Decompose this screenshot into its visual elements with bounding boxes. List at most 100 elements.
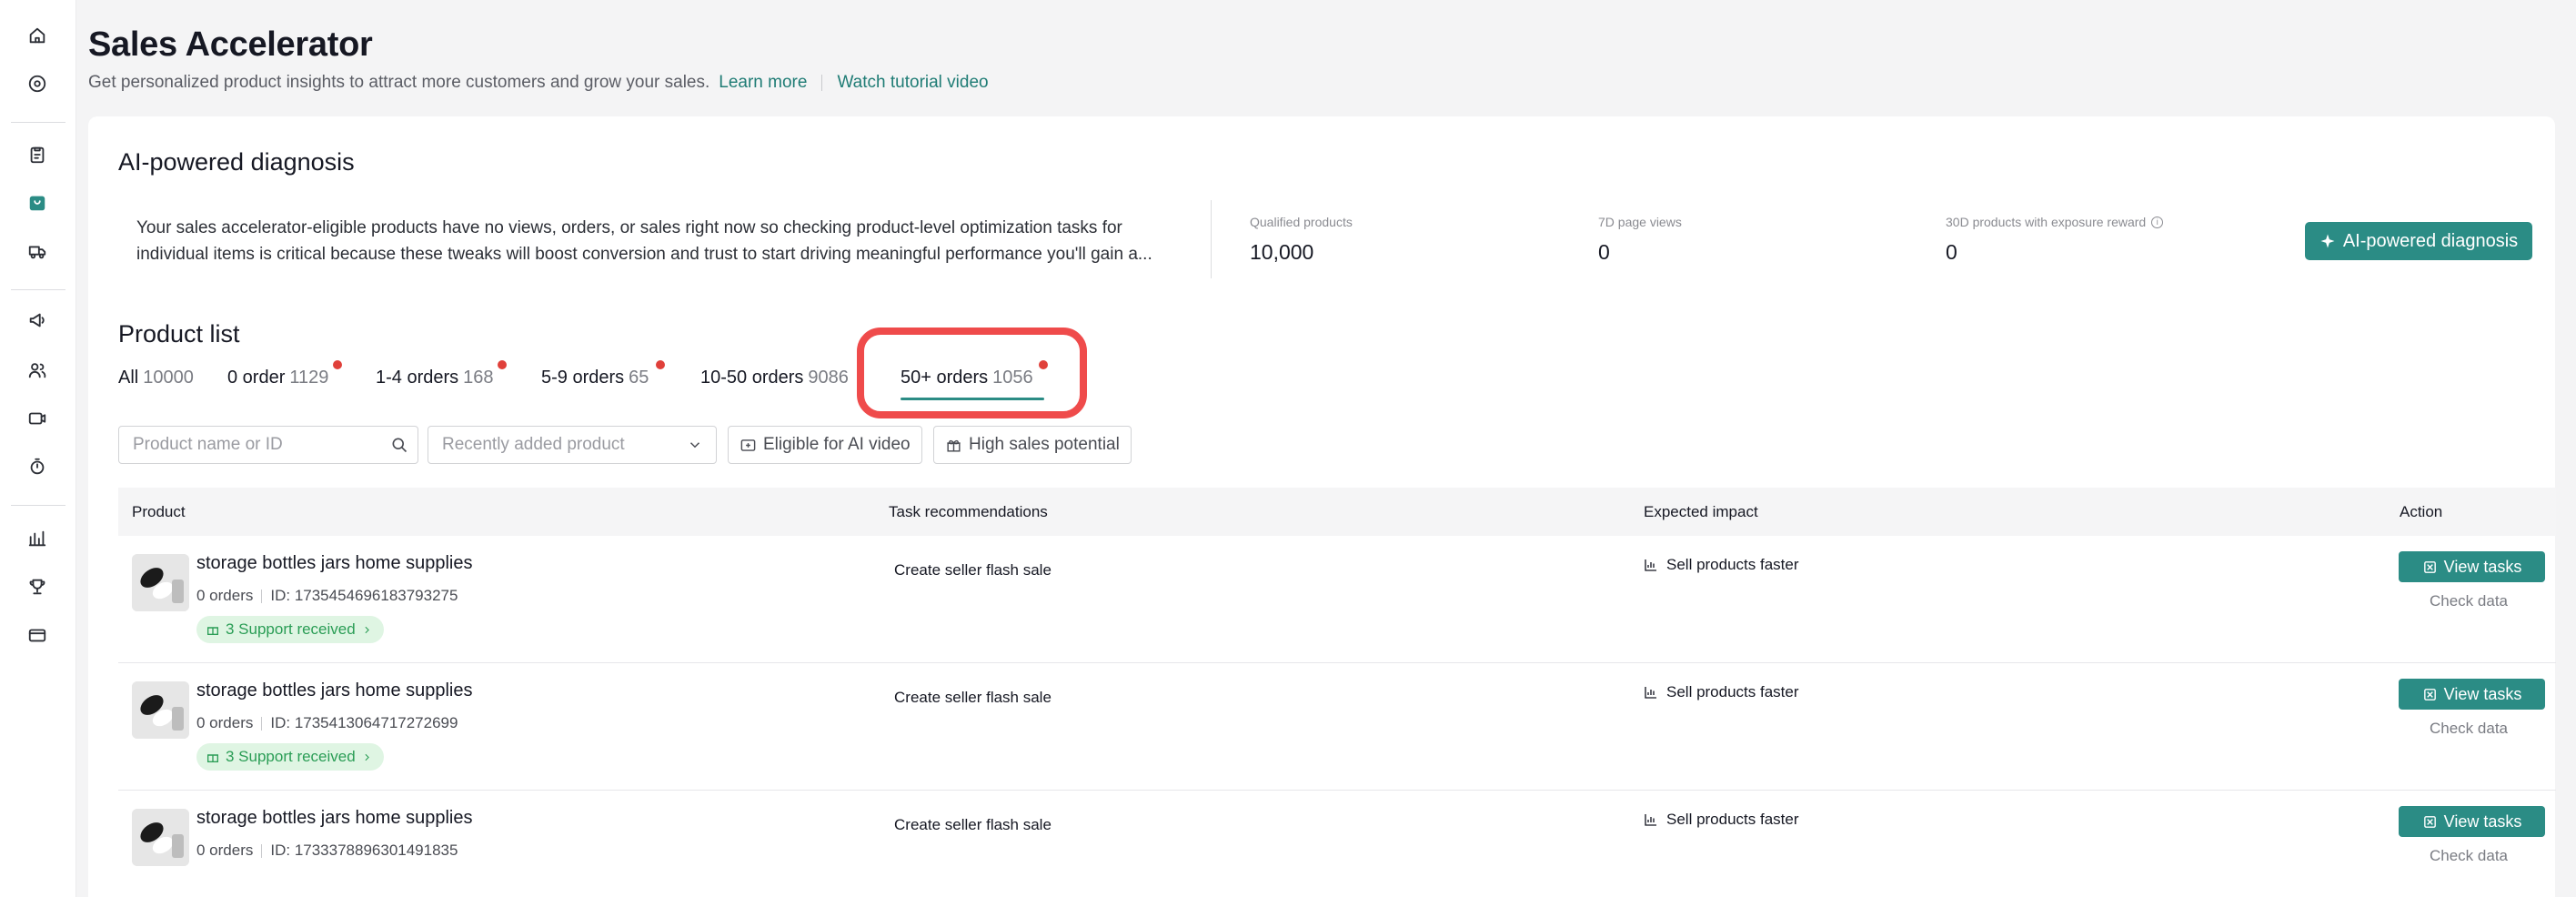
gift-icon [947,439,961,452]
table-header: Product Task recommendations Expected im… [118,488,2556,536]
metric-label: 7D page views [1598,215,1682,229]
ai-diagnosis-button[interactable]: AI-powered diagnosis [2305,222,2532,260]
view-tasks-button[interactable]: View tasks [2399,551,2545,582]
sidebar-divider [11,505,65,506]
view-tasks-button[interactable]: View tasks [2399,806,2545,837]
tab-label: 10-50 orders [700,368,804,388]
tab-label: All [118,368,139,388]
tab-all[interactable]: All 10000 [118,368,194,388]
main-card: AI-powered diagnosis Your sales accelera… [88,116,2556,897]
support-received-badge[interactable]: 3 Support received [196,743,384,771]
product-orders: 0 orders [196,714,254,731]
meta-separator [261,716,263,731]
support-received-badge[interactable]: 3 Support received [196,616,384,643]
highlight-box [857,328,1087,418]
product-id: ID: 1735413064717272699 [270,714,458,731]
tab-1-4-orders[interactable]: 1-4 orders 168 [376,360,507,388]
sort-dropdown-value: Recently added product [442,435,625,454]
product-list-title: Product list [118,320,240,348]
gift-icon [207,754,218,762]
table-row: storage bottles jars home supplies 0 ord… [118,663,2556,791]
tab-label: 0 order [227,368,286,388]
product-thumbnail[interactable] [132,809,189,866]
tasks-icon [2423,688,2436,700]
tasks-icon [2423,815,2436,828]
notification-dot [656,360,665,369]
product-thumbnail[interactable] [132,681,189,739]
truck-icon[interactable] [24,237,51,265]
search-icon[interactable] [390,436,408,454]
filter-label: Eligible for AI video [763,435,911,454]
expected-impact: Sell products faster [1643,683,1799,701]
sparkle-icon [2320,234,2335,248]
product-search-input[interactable] [118,426,418,464]
metric-page-views: 7D page views 0 [1598,215,1682,265]
view-tasks-button[interactable]: View tasks [2399,679,2545,710]
support-label: 3 Support received [226,748,356,765]
tab-count: 10000 [143,368,194,388]
timer-icon[interactable] [24,453,51,480]
meta-separator [261,589,263,603]
sidebar [0,0,76,897]
home-icon[interactable] [24,22,51,49]
product-id: ID: 1735454696183793275 [270,587,458,604]
users-icon[interactable] [24,357,51,384]
tutorial-video-link[interactable]: Watch tutorial video [837,73,988,93]
tab-count: 168 [463,368,494,388]
metric-exposure-reward: 30D products with exposure reward i 0 [1946,215,2164,265]
filter-ai-video[interactable]: Eligible for AI video [728,426,922,464]
tab-5-9-orders[interactable]: 5-9 orders 65 [541,360,665,388]
chevron-down-icon [687,437,703,453]
megaphone-icon[interactable] [24,307,51,334]
check-data-link[interactable]: Check data [2430,720,2508,738]
clipboard-icon[interactable] [24,141,51,168]
support-label: 3 Support received [226,620,356,638]
filter-high-sales[interactable]: High sales potential [933,426,1132,464]
diagnosis-divider [1211,200,1212,278]
trophy-icon[interactable] [24,573,51,600]
analytics-icon[interactable] [24,525,51,552]
wallet-icon[interactable] [24,621,51,649]
product-name[interactable]: storage bottles jars home supplies [196,680,473,701]
product-thumbnail[interactable] [132,554,189,611]
page-title: Sales Accelerator [88,25,373,64]
product-name[interactable]: storage bottles jars home supplies [196,553,473,574]
compass-icon[interactable] [24,70,51,97]
metric-label: Qualified products [1250,215,1353,229]
diagnosis-title: AI-powered diagnosis [118,148,355,176]
gift-icon [207,627,218,635]
column-header-tasks: Task recommendations [889,503,1048,520]
diagnosis-text-line: individual items is critical because the… [136,245,1152,264]
product-name[interactable]: storage bottles jars home supplies [196,808,473,829]
impact-label: Sell products faster [1666,683,1799,700]
metric-value: 0 [1598,240,1610,264]
diagnosis-text: Your sales accelerator-eligible products… [136,215,1269,267]
info-icon[interactable]: i [2151,216,2164,228]
metric-qualified-products: Qualified products 10,000 [1250,215,1353,265]
tab-count: 1129 [289,368,329,388]
metric-label-text: 30D products with exposure reward [1946,215,2147,229]
check-data-link[interactable]: Check data [2430,847,2508,865]
task-recommendation: Create seller flash sale [894,816,1052,833]
expected-impact: Sell products faster [1643,811,1799,829]
learn-more-link[interactable]: Learn more [719,73,807,93]
product-meta: 0 orders ID: 1733378896301491835 [196,842,458,860]
tab-label: 1-4 orders [376,368,459,388]
sort-dropdown[interactable]: Recently added product [428,426,717,464]
tab-0-order[interactable]: 0 order 1129 [227,360,342,388]
video-icon[interactable] [24,405,51,432]
meta-separator [261,843,263,858]
tab-10-50-orders[interactable]: 10-50 orders 9086 [700,368,849,388]
check-data-link[interactable]: Check data [2430,592,2508,610]
shopping-bag-icon[interactable] [24,189,51,217]
filter-label: High sales potential [969,435,1120,454]
page-subtitle: Get personalized product insights to att… [88,73,989,93]
table-row: storage bottles jars home supplies 0 ord… [118,536,2556,663]
view-tasks-label: View tasks [2443,557,2522,576]
sidebar-divider [11,122,65,123]
chevron-right-icon [365,753,369,761]
tab-count: 9086 [808,368,849,388]
task-recommendation: Create seller flash sale [894,689,1052,706]
column-header-impact: Expected impact [1644,503,1758,520]
product-meta: 0 orders ID: 1735413064717272699 [196,714,458,732]
